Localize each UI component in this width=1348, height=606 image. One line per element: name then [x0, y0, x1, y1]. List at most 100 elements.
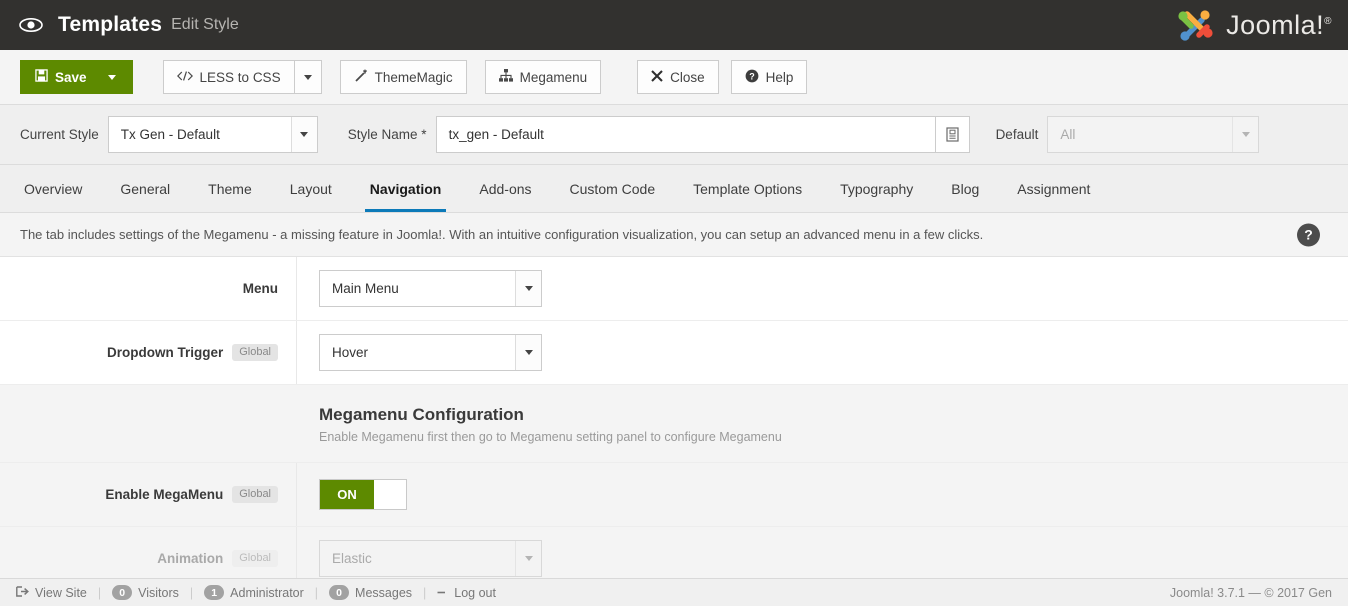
default-placeholder: All: [1048, 117, 1232, 152]
visitors-label: Visitors: [138, 586, 179, 600]
visitors-status[interactable]: 0 Visitors: [112, 585, 179, 600]
tab-navigation[interactable]: Navigation: [351, 165, 461, 212]
tab-template-options[interactable]: Template Options: [674, 165, 821, 212]
tab-label: Custom Code: [570, 181, 656, 197]
toolbar: Save LESS to CSS ThemeMagic: [0, 50, 1348, 105]
save-button-label: Save: [55, 70, 87, 85]
field-label-menu: Menu: [0, 257, 297, 320]
status-bar: View Site | 0 Visitors | 1 Administrator…: [0, 578, 1348, 606]
animation-value: Elastic: [320, 541, 515, 576]
megamenu-label: Megamenu: [520, 70, 588, 85]
tab-label: Overview: [24, 181, 82, 197]
svg-text:?: ?: [749, 71, 755, 81]
dropdown-trigger-value: Hover: [320, 335, 515, 370]
style-bar: Current Style Tx Gen - Default Style Nam…: [0, 105, 1348, 165]
sitemap-icon: [499, 69, 513, 85]
external-link-icon: [16, 586, 29, 600]
logout-icon: [437, 586, 448, 600]
app-header: Templates Edit Style Joomla!®: [0, 0, 1348, 50]
section-title: Megamenu Configuration: [319, 405, 782, 425]
close-icon: [651, 70, 663, 85]
less-to-css-dropdown-button[interactable]: [295, 60, 322, 94]
help-button[interactable]: ? Help: [731, 60, 808, 94]
field-row-dropdown-trigger: Dropdown Trigger Global Hover: [0, 321, 1348, 385]
thememagic-button[interactable]: ThemeMagic: [340, 60, 467, 94]
tab-assignment[interactable]: Assignment: [998, 165, 1109, 212]
copyright-text: Joomla! 3.7.1 — © 2017 Gen: [1170, 586, 1332, 600]
brand-text: Joomla!®: [1226, 10, 1332, 41]
global-badge: Global: [232, 344, 278, 361]
tab-custom-code[interactable]: Custom Code: [551, 165, 675, 212]
toggle-knob: [374, 480, 406, 509]
code-icon: [177, 70, 193, 85]
less-to-css-label: LESS to CSS: [200, 70, 281, 85]
field-control-animation: Elastic: [297, 540, 542, 577]
save-button[interactable]: Save: [20, 60, 133, 94]
label-text: Dropdown Trigger: [107, 345, 223, 360]
section-megamenu-configuration: Megamenu Configuration Enable Megamenu f…: [0, 385, 1348, 463]
status-divider: |: [315, 586, 318, 600]
menu-select-value: Main Menu: [320, 271, 515, 306]
messages-label: Messages: [355, 586, 412, 600]
chevron-down-icon: [291, 117, 317, 152]
status-divider: |: [423, 586, 426, 600]
tab-label: Theme: [208, 181, 252, 197]
page-subtitle: Edit Style: [171, 16, 239, 34]
settings-form: Menu Main Menu Dropdown Trigger Global H…: [0, 257, 1348, 591]
help-circle-icon[interactable]: ?: [1297, 223, 1320, 246]
field-row-menu: Menu Main Menu: [0, 257, 1348, 321]
tab-add-ons[interactable]: Add-ons: [460, 165, 550, 212]
close-button[interactable]: Close: [637, 60, 719, 94]
tab-layout[interactable]: Layout: [271, 165, 351, 212]
tab-blog[interactable]: Blog: [932, 165, 998, 212]
eye-icon[interactable]: [18, 12, 44, 38]
less-to-css-group: LESS to CSS: [163, 60, 322, 94]
toggle-on-label: ON: [320, 480, 374, 509]
tab-theme[interactable]: Theme: [189, 165, 271, 212]
tab-label: Navigation: [370, 181, 442, 197]
style-name-picker-button[interactable]: [936, 116, 970, 153]
article-icon: [946, 127, 959, 142]
label-text: Animation: [157, 551, 223, 566]
logout-link[interactable]: Log out: [437, 586, 496, 600]
magic-wand-icon: [354, 69, 368, 86]
chevron-down-icon: [108, 75, 116, 80]
joomla-mark-icon: [1174, 5, 1218, 45]
tab-label: Typography: [840, 181, 913, 197]
chevron-down-icon: [515, 271, 541, 306]
default-select[interactable]: All: [1047, 116, 1259, 153]
tab-overview[interactable]: Overview: [20, 165, 101, 212]
tab-bar: Overview General Theme Layout Navigation…: [0, 165, 1348, 213]
view-site-link[interactable]: View Site: [16, 586, 87, 600]
label-text: Menu: [243, 281, 278, 296]
question-circle-icon: ?: [745, 69, 759, 86]
field-control-dropdown-trigger: Hover: [297, 334, 542, 371]
logout-label: Log out: [454, 586, 496, 600]
chevron-down-icon: [515, 541, 541, 576]
animation-select[interactable]: Elastic: [319, 540, 542, 577]
label-text: Enable MegaMenu: [105, 487, 223, 502]
style-name-label: Style Name *: [348, 127, 427, 142]
current-style-value: Tx Gen - Default: [109, 117, 291, 152]
tab-label: Template Options: [693, 181, 802, 197]
administrator-label: Administrator: [230, 586, 304, 600]
less-to-css-button[interactable]: LESS to CSS: [163, 60, 295, 94]
field-control-enable-megamenu: ON: [297, 479, 407, 510]
page-title: Templates: [58, 13, 162, 37]
style-name-input[interactable]: tx_gen - Default: [436, 116, 936, 153]
dropdown-trigger-select[interactable]: Hover: [319, 334, 542, 371]
tab-general[interactable]: General: [101, 165, 189, 212]
tab-label: Assignment: [1017, 181, 1090, 197]
administrator-status[interactable]: 1 Administrator: [204, 585, 304, 600]
current-style-select[interactable]: Tx Gen - Default: [108, 116, 318, 153]
menu-select[interactable]: Main Menu: [319, 270, 542, 307]
messages-count: 0: [329, 585, 349, 600]
field-label-enable-megamenu: Enable MegaMenu Global: [0, 463, 297, 526]
megamenu-button[interactable]: Megamenu: [485, 60, 602, 94]
messages-status[interactable]: 0 Messages: [329, 585, 412, 600]
tab-typography[interactable]: Typography: [821, 165, 932, 212]
enable-megamenu-toggle[interactable]: ON: [319, 479, 407, 510]
section-subtitle: Enable Megamenu first then go to Megamen…: [319, 430, 782, 444]
close-label: Close: [670, 70, 705, 85]
help-label: Help: [766, 70, 794, 85]
